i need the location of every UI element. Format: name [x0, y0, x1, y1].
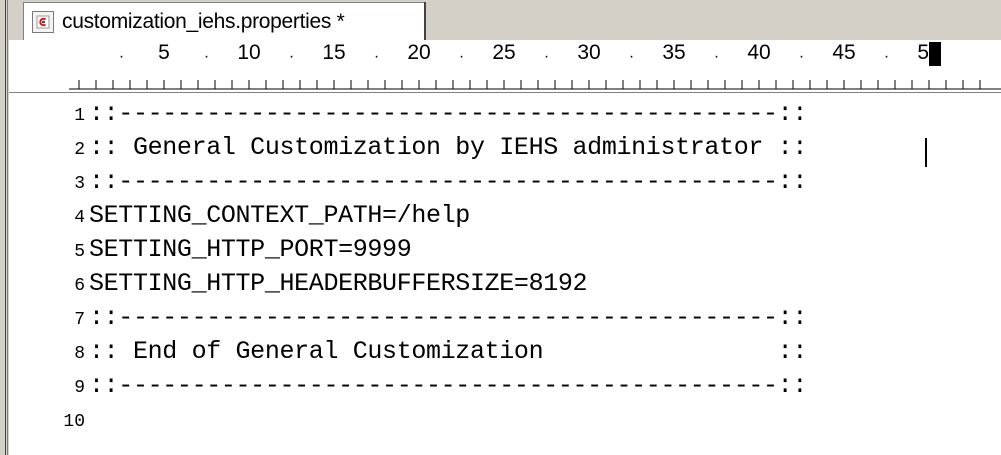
line-number: 2	[74, 140, 85, 160]
ruler-label: 25	[492, 41, 516, 64]
code-line[interactable]: ::--------------------------------------…	[89, 97, 807, 131]
line-number: 6	[74, 276, 85, 296]
ruler-ticks	[69, 80, 1001, 90]
ruler-label: 40	[747, 41, 771, 64]
tab-separator	[424, 2, 426, 40]
ruler-dot: ·	[798, 48, 805, 65]
ruler-dot: ·	[373, 48, 380, 65]
ruler-dot: ·	[118, 48, 125, 65]
ruler-label: 30	[577, 41, 601, 64]
ruler-dot: ·	[458, 48, 465, 65]
ruler-dot: ·	[628, 48, 635, 65]
line-number: 4	[74, 208, 85, 228]
editor-window: customization_iehs.properties * 5 · 10 · 15 ·…	[0, 0, 1001, 455]
line-number: 10	[63, 412, 85, 432]
ruler-label: 45	[832, 41, 856, 64]
tab-label: customization_iehs.properties *	[62, 9, 345, 33]
text-caret	[925, 138, 927, 167]
column-ruler: 5 · 10 · 15 · 20 · 25 · 30 · 35 · 40 · 45 · 50 ·	[9, 40, 1001, 93]
code-line[interactable]: SETTING_HTTP_HEADERBUFFERSIZE=8192	[89, 267, 588, 301]
line-number: 1	[74, 106, 85, 126]
ruler-label: 5	[158, 41, 170, 64]
code-line[interactable]: ::--------------------------------------…	[89, 301, 807, 335]
window-frame-edge	[0, 0, 8, 455]
code-line[interactable]: :: General Customization by IEHS adminis…	[89, 131, 807, 165]
ruler-dot: ·	[288, 48, 295, 65]
ruler-label: 15	[322, 41, 346, 64]
line-number: 9	[74, 378, 85, 398]
text-editor[interactable]: 12345678910 ::--------------------------…	[9, 93, 1001, 455]
ruler-label: 20	[407, 41, 431, 64]
code-line[interactable]: ::--------------------------------------…	[89, 165, 807, 199]
ruler-dot: ·	[543, 48, 550, 65]
ruler-dot: ·	[713, 48, 720, 65]
properties-file-icon	[32, 10, 54, 33]
code-line[interactable]: :: End of General Customization ::	[89, 335, 807, 369]
tab-strip: customization_iehs.properties *	[9, 0, 1001, 41]
ruler-dot: ·	[203, 48, 210, 65]
ruler-label: 50	[917, 41, 941, 64]
code-line[interactable]: SETTING_CONTEXT_PATH=/help	[89, 199, 470, 233]
line-number: 5	[74, 242, 85, 262]
line-number: 3	[74, 174, 85, 194]
code-line[interactable]: SETTING_HTTP_PORT=9999	[89, 233, 412, 267]
ruler-dot: ·	[883, 48, 890, 65]
line-number-gutter: 1 2 3 4 5 6 7 8 9 10	[9, 93, 85, 455]
ruler-label: 10	[237, 41, 261, 64]
line-number: 7	[74, 310, 85, 330]
tab-customization-properties[interactable]: customization_iehs.properties *	[23, 2, 425, 40]
ruler-label: 35	[662, 41, 686, 64]
code-line[interactable]: ::--------------------------------------…	[89, 369, 807, 403]
line-number: 8	[74, 344, 85, 364]
